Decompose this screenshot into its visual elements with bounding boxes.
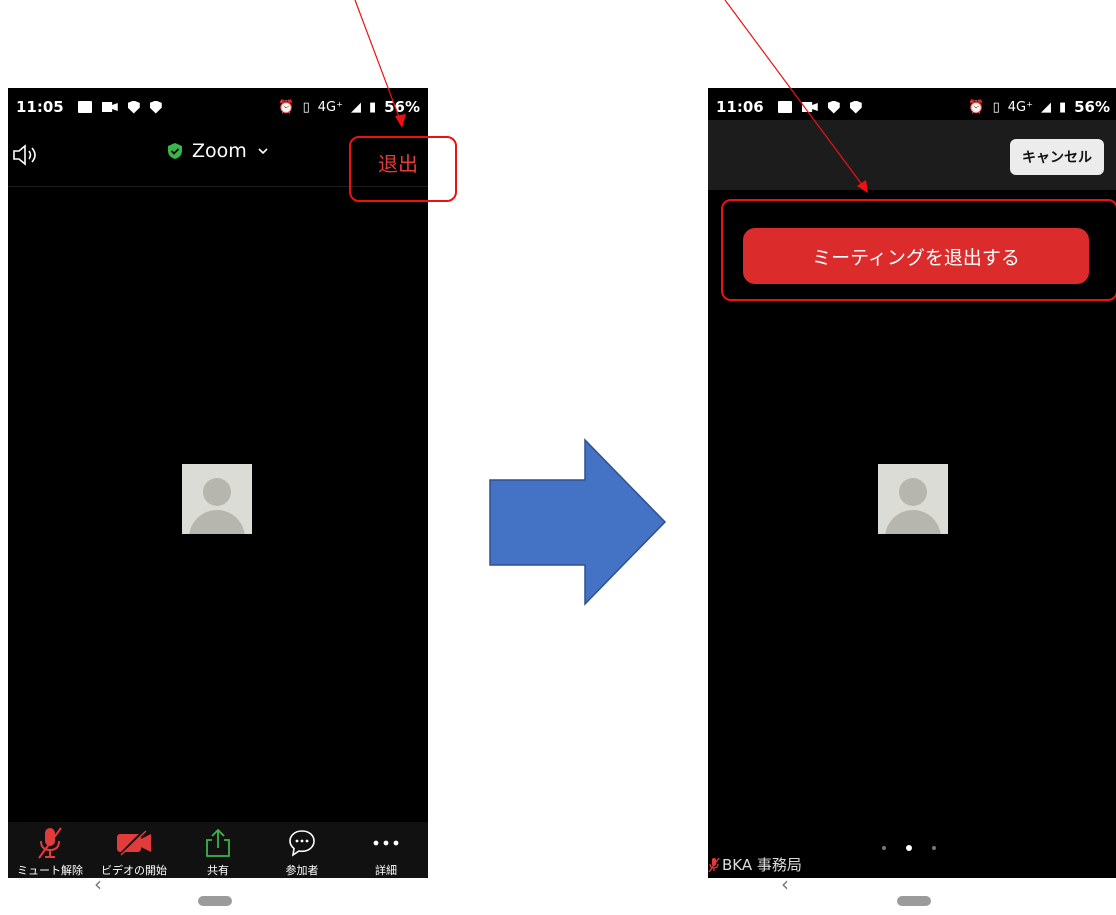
battery-icon: ▮ [1058, 99, 1067, 115]
more-icon [373, 840, 399, 846]
gallery-icon [777, 101, 792, 113]
chevron-down-icon [258, 148, 268, 155]
avatar [878, 464, 948, 534]
encryption-shield-icon [168, 143, 182, 159]
alarm-icon: ⏰ [278, 99, 295, 115]
vibrate-icon: ▯ [992, 99, 1000, 115]
share-button[interactable]: 共有 [178, 822, 258, 878]
speaker-icon[interactable] [12, 144, 38, 170]
home-nav-icon[interactable] [198, 896, 232, 906]
battery-percent: 56% [1074, 98, 1110, 116]
status-bar: 11:05 ⏰ ▯ 4G⁺ ◢ ▮ 56% [8, 88, 428, 126]
start-video-button[interactable]: ビデオの開始 [94, 822, 174, 878]
mic-off-icon [708, 857, 720, 872]
participant-name: BKA 事務局 [722, 856, 802, 874]
unmute-button[interactable]: ミュート解除 [10, 822, 90, 878]
shield-icon [149, 100, 162, 114]
network-label: 4G⁺ [1007, 99, 1033, 115]
status-time: 11:06 [716, 98, 764, 116]
signal-icon: ◢ [350, 99, 361, 115]
battery-icon: ▮ [368, 99, 377, 115]
shield-icon [827, 100, 840, 114]
page-indicator [882, 845, 936, 851]
leave-highlight-box [721, 199, 1116, 301]
chat-bubble-icon [289, 830, 315, 857]
participants-button[interactable]: 参加者 [262, 822, 342, 878]
avatar [182, 464, 252, 534]
meeting-title-dropdown[interactable]: Zoom [168, 140, 269, 162]
cancel-button[interactable]: キャンセル [1010, 139, 1104, 175]
share-icon [206, 828, 230, 857]
back-nav-icon[interactable]: ‹ [94, 872, 102, 896]
meeting-toolbar: ミュート解除 ビデオの開始 共有 参加者 詳細 [8, 822, 428, 878]
alarm-icon: ⏰ [968, 99, 985, 115]
home-nav-icon[interactable] [897, 896, 931, 906]
video-icon [101, 102, 118, 112]
gallery-icon [77, 101, 92, 113]
status-time: 11:05 [16, 98, 64, 116]
leave-sheet-header: キャンセル [708, 120, 1116, 190]
shield-icon [849, 100, 862, 114]
exit-highlight-box [349, 136, 457, 202]
battery-percent: 56% [384, 98, 420, 116]
video-icon [801, 102, 818, 112]
more-button[interactable]: 詳細 [346, 822, 426, 878]
vibrate-icon: ▯ [302, 99, 310, 115]
video-off-icon [117, 829, 151, 857]
meeting-title: Zoom [192, 140, 247, 162]
back-nav-icon[interactable]: ‹ [781, 872, 789, 896]
network-label: 4G⁺ [317, 99, 343, 115]
shield-icon [127, 100, 140, 114]
signal-icon: ◢ [1040, 99, 1051, 115]
mic-off-icon [38, 827, 62, 859]
meeting-screen-before: 11:05 ⏰ ▯ 4G⁺ ◢ ▮ 56% Zoom 退出 ミュート解除 ビデオ… [8, 88, 428, 878]
